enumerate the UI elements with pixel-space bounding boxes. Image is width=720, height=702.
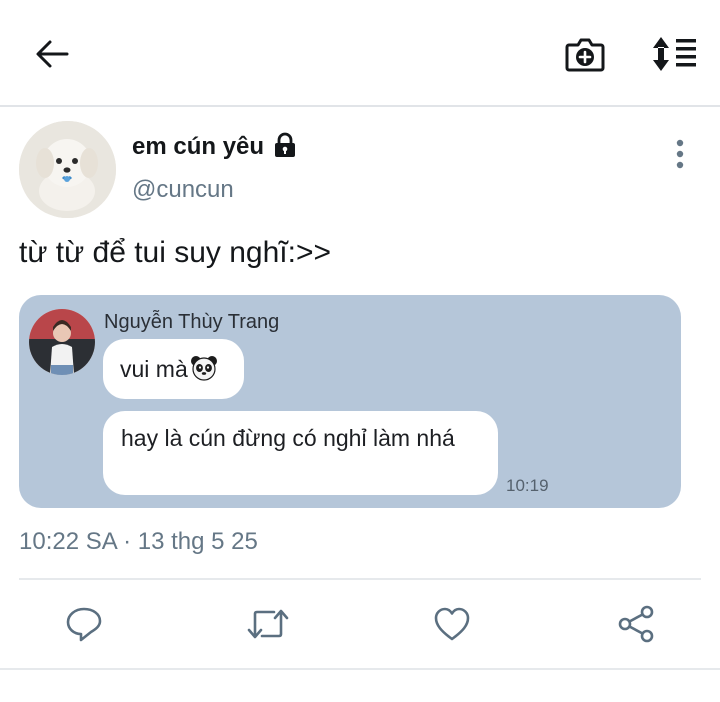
share-button[interactable] bbox=[614, 602, 658, 646]
heart-icon bbox=[434, 607, 470, 641]
message-text: vui mà bbox=[120, 356, 188, 382]
panda-icon bbox=[190, 356, 217, 381]
tweet-timestamp: 10:22 SA · 13 thg 5 25 bbox=[19, 528, 258, 555]
avatar[interactable] bbox=[19, 121, 116, 218]
tweet-text: từ từ để tui suy nghĩ:>> bbox=[19, 236, 332, 269]
back-button[interactable] bbox=[30, 32, 74, 76]
more-vertical-icon[interactable] bbox=[666, 136, 694, 172]
retweet-button[interactable] bbox=[246, 602, 290, 646]
sort-list-icon bbox=[653, 37, 696, 71]
like-button[interactable] bbox=[430, 602, 474, 646]
arrow-left-icon bbox=[36, 40, 69, 68]
message-bubble: hay là cún đừng có nghỉ làm nhá bbox=[103, 411, 498, 495]
top-bar bbox=[0, 0, 720, 107]
puppy-avatar-image bbox=[19, 121, 116, 218]
reply-button[interactable] bbox=[62, 602, 106, 646]
camera-button[interactable] bbox=[562, 32, 608, 76]
retweet-icon bbox=[247, 609, 289, 639]
bottom-divider bbox=[0, 668, 720, 670]
attached-screenshot[interactable]: Nguyễn Thùy Trang vui mà hay là cún đừng… bbox=[19, 295, 681, 508]
divider bbox=[19, 578, 701, 580]
reply-icon bbox=[66, 607, 102, 642]
message-bubble: vui mà bbox=[103, 339, 244, 399]
message-time: 10:19 bbox=[506, 476, 549, 495]
camera-plus-icon bbox=[565, 38, 605, 72]
display-name[interactable]: em cún yêu bbox=[132, 133, 264, 161]
lock-icon bbox=[275, 132, 295, 157]
sender-name: Nguyễn Thùy Trang bbox=[104, 311, 280, 333]
sender-photo bbox=[29, 309, 95, 375]
user-handle[interactable]: @cuncun bbox=[132, 176, 234, 204]
sort-button[interactable] bbox=[650, 32, 700, 76]
share-icon bbox=[618, 605, 654, 643]
sender-avatar bbox=[29, 309, 95, 375]
